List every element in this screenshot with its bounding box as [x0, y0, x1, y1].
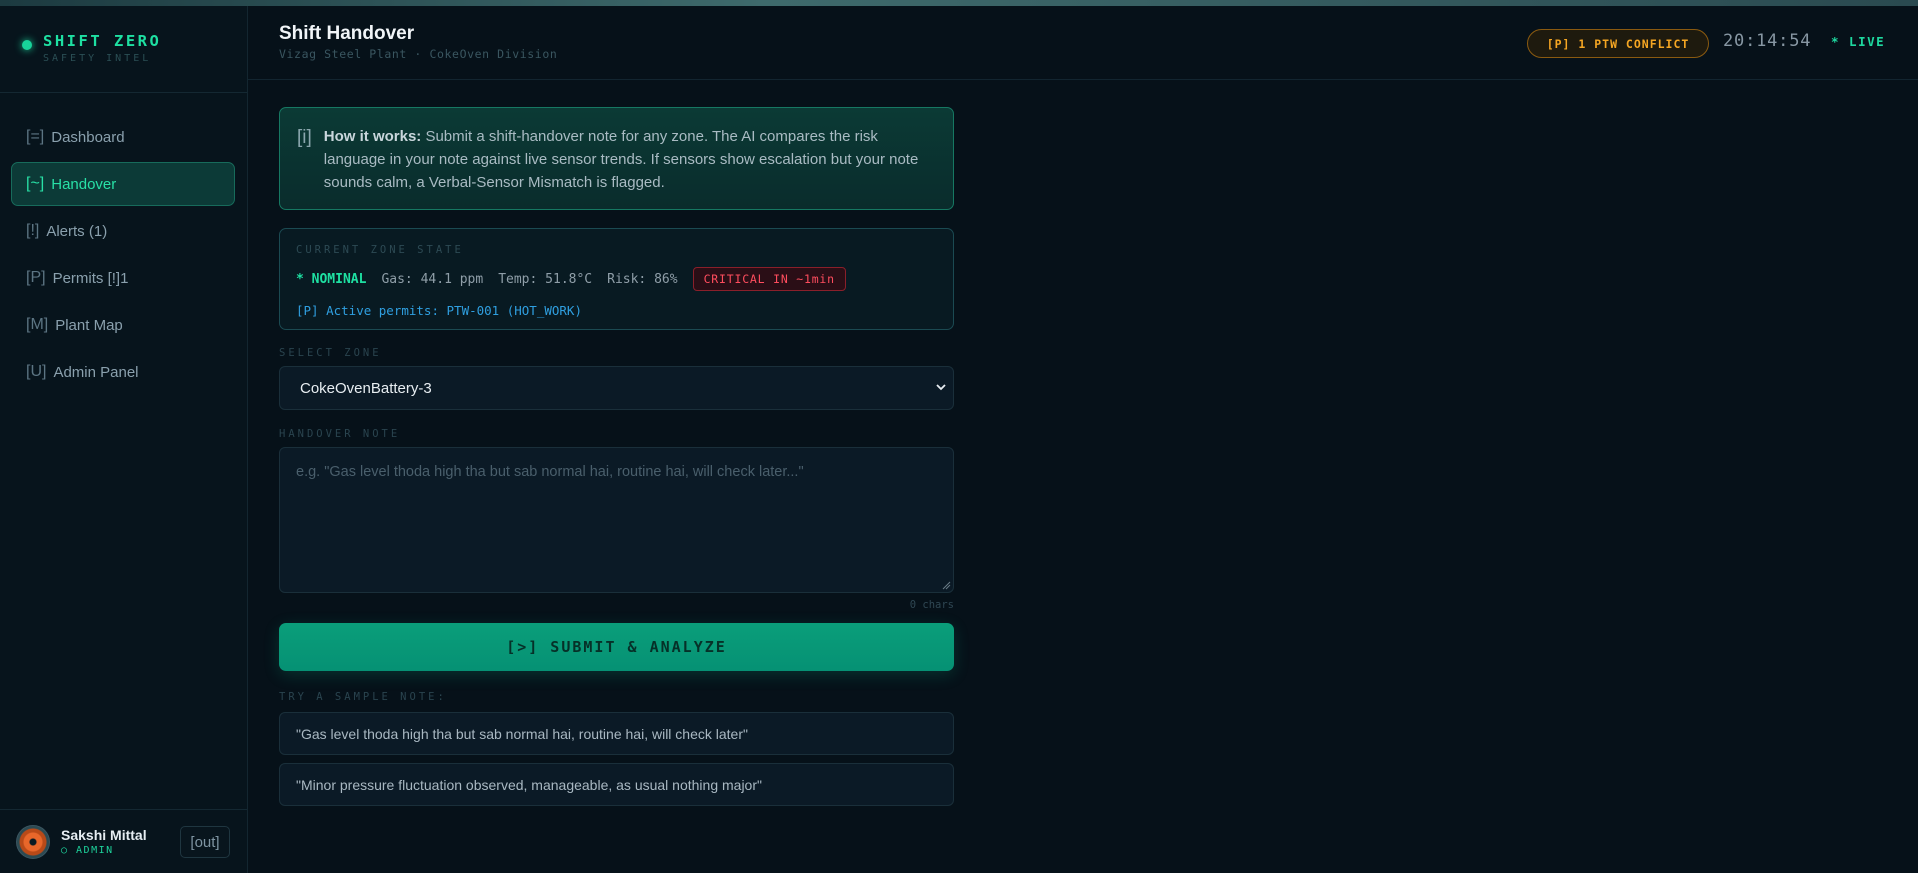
active-permits[interactable]: [P] Active permits: PTW-001 (HOT_WORK): [296, 303, 937, 318]
info-icon: [i]: [297, 127, 312, 148]
info-heading: How it works:: [323, 128, 422, 145]
page-title: Shift Handover: [279, 23, 415, 44]
sidebar-item-label: Dashboard: [51, 128, 125, 146]
sidebar-item-label: Permits [!]1: [52, 269, 129, 287]
brand-subtitle: SAFETY INTEL: [43, 53, 152, 64]
map-icon: [M]: [26, 316, 49, 333]
sidebar-item-handover[interactable]: [~] Handover: [11, 162, 235, 206]
page-subtitle: Vizag Steel Plant · CokeOven Division: [279, 47, 558, 61]
temp-reading: Temp: 51.8°C: [498, 271, 593, 287]
user-bar: Sakshi Mittal ○ ADMIN [out]: [0, 809, 247, 873]
status-dot-icon: [22, 40, 32, 50]
sample-notes-label: TRY A SAMPLE NOTE:: [279, 691, 447, 703]
submit-analyze-button[interactable]: [>] SUBMIT & ANALYZE: [279, 623, 954, 671]
handover-note-label: HANDOVER NOTE: [279, 428, 401, 440]
zone-state-panel: CURRENT ZONE STATE * NOMINAL Gas: 44.1 p…: [279, 228, 954, 330]
sidebar-item-permits[interactable]: [P] Permits [!]1: [11, 256, 235, 300]
zone-state-row: * NOMINAL Gas: 44.1 ppm Temp: 51.8°C Ris…: [296, 267, 937, 291]
user-name: Sakshi Mittal: [61, 827, 147, 843]
how-it-works-panel: [i] How it works: Submit a shift-handove…: [279, 107, 954, 210]
sidebar: SHIFT ZERO SAFETY INTEL [=] Dashboard [~…: [0, 6, 248, 873]
sidebar-nav: [=] Dashboard [~] Handover [!] Alerts (1…: [0, 93, 247, 394]
sidebar-item-label: Handover: [51, 175, 117, 193]
handover-note-placeholder: e.g. "Gas level thoda high tha but sab n…: [296, 464, 804, 480]
live-indicator: * LIVE: [1831, 34, 1886, 49]
gas-reading: Gas: 44.1 ppm: [381, 271, 484, 287]
zone-select-value: CokeOvenBattery-3: [300, 379, 432, 397]
char-count: 0 chars: [909, 599, 954, 611]
resize-handle-icon[interactable]: [942, 581, 951, 590]
risk-reading: Risk: 86%: [607, 271, 678, 287]
user-role: ○ ADMIN: [61, 845, 114, 856]
sample-note[interactable]: "Minor pressure fluctuation observed, ma…: [279, 763, 954, 806]
sidebar-item-plant-map[interactable]: [M] Plant Map: [11, 303, 235, 347]
sidebar-item-label: Alerts (1): [46, 222, 108, 240]
handover-form: [i] How it works: Submit a shift-handove…: [279, 107, 954, 806]
user-icon: [U]: [26, 363, 47, 380]
sidebar-item-admin-panel[interactable]: [U] Admin Panel: [11, 350, 235, 394]
brand: SHIFT ZERO SAFETY INTEL: [0, 6, 247, 93]
status-badge: * NOMINAL: [296, 271, 367, 287]
permit-icon: [P]: [26, 269, 46, 286]
sample-note[interactable]: "Gas level thoda high tha but sab normal…: [279, 712, 954, 755]
avatar[interactable]: [16, 824, 50, 859]
zone-state-label: CURRENT ZONE STATE: [296, 244, 464, 256]
logout-button[interactable]: [out]: [180, 826, 230, 858]
handover-icon: [~]: [26, 175, 45, 192]
chevron-down-icon: [936, 384, 946, 391]
sidebar-item-label: Plant Map: [55, 316, 123, 334]
sidebar-item-label: Admin Panel: [53, 363, 139, 381]
user-info: Sakshi Mittal ○ ADMIN: [61, 827, 147, 856]
ptw-conflict-badge[interactable]: [P] 1 PTW CONFLICT: [1527, 29, 1709, 58]
dashboard-icon: [=]: [26, 128, 45, 145]
zone-select-label: SELECT ZONE: [279, 347, 382, 359]
zone-select[interactable]: CokeOvenBattery-3: [279, 366, 954, 410]
critical-badge: CRITICAL IN ~1min: [692, 267, 846, 291]
clock: 20:14:54: [1723, 31, 1812, 51]
page-header: Shift Handover Vizag Steel Plant · CokeO…: [248, 6, 1918, 80]
info-text: How it works: Submit a shift-handover no…: [324, 125, 933, 209]
alert-icon: [!]: [26, 222, 40, 239]
handover-note-input[interactable]: e.g. "Gas level thoda high tha but sab n…: [279, 447, 954, 593]
sidebar-item-dashboard[interactable]: [=] Dashboard: [11, 115, 235, 159]
brand-name: SHIFT ZERO: [43, 32, 162, 50]
sidebar-item-alerts[interactable]: [!] Alerts (1): [11, 209, 235, 253]
